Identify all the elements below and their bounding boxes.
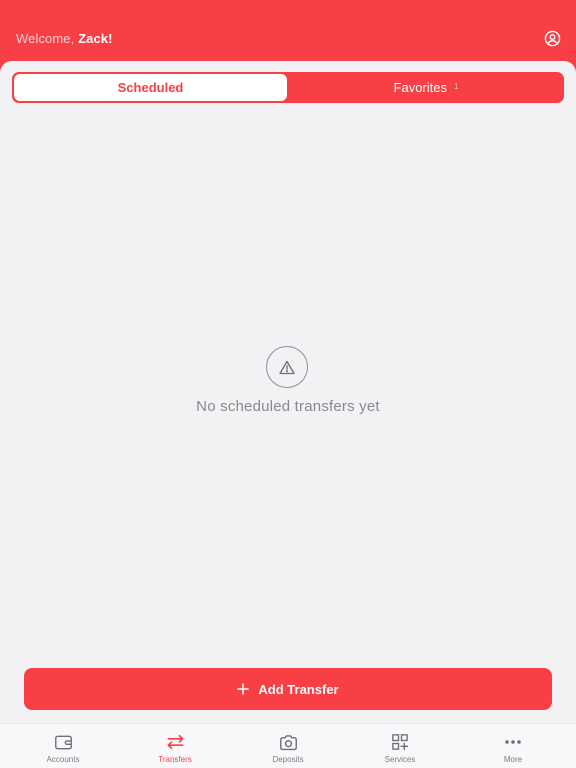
tabbar-label-deposits: Deposits xyxy=(272,755,304,764)
welcome-message: Welcome, Zack! xyxy=(16,31,113,46)
tab-favorites[interactable]: Favorites 1 xyxy=(289,74,563,101)
tabbar-item-accounts[interactable]: Accounts xyxy=(7,724,119,768)
tab-favorites-label: Favorites xyxy=(393,80,447,95)
bottom-tab-bar: Accounts Transfers Deposits Services Mor… xyxy=(0,723,576,768)
app-screen: Welcome, Zack! Scheduled Favorites 1 No … xyxy=(0,0,576,768)
tabbar-label-transfers: Transfers xyxy=(158,755,192,764)
user-circle-icon xyxy=(544,30,560,46)
tabbar-item-transfers[interactable]: Transfers xyxy=(119,724,231,768)
welcome-user-name: Zack! xyxy=(78,31,113,46)
tabbar-label-accounts: Accounts xyxy=(46,755,80,764)
transfer-arrows-icon xyxy=(165,733,185,751)
tab-scheduled-label: Scheduled xyxy=(117,80,184,95)
tabbar-item-more[interactable]: More xyxy=(457,724,569,768)
favorites-count-badge: 1 xyxy=(454,82,459,91)
welcome-greeting: Welcome, xyxy=(16,31,75,46)
camera-icon xyxy=(278,733,298,751)
empty-state-icon-circle xyxy=(266,346,308,388)
tabbar-item-deposits[interactable]: Deposits xyxy=(232,724,344,768)
tabbar-label-services: Services xyxy=(384,755,416,764)
warning-triangle-icon xyxy=(279,360,295,374)
tabbar-label-more: More xyxy=(503,755,523,764)
grid-plus-icon xyxy=(390,733,410,751)
tabbar-item-services[interactable]: Services xyxy=(344,724,456,768)
more-dots-icon xyxy=(503,733,523,751)
segmented-control: Scheduled Favorites 1 xyxy=(12,72,564,103)
wallet-icon xyxy=(53,733,73,751)
add-transfer-label: Add Transfer xyxy=(258,681,339,697)
content-area: Scheduled Favorites 1 No scheduled trans… xyxy=(0,61,576,723)
profile-button[interactable] xyxy=(542,28,562,48)
tab-scheduled[interactable]: Scheduled xyxy=(14,74,287,101)
plus-icon xyxy=(237,683,250,695)
add-transfer-button[interactable]: Add Transfer xyxy=(24,668,552,710)
empty-state-message: No scheduled transfers yet xyxy=(196,398,380,415)
